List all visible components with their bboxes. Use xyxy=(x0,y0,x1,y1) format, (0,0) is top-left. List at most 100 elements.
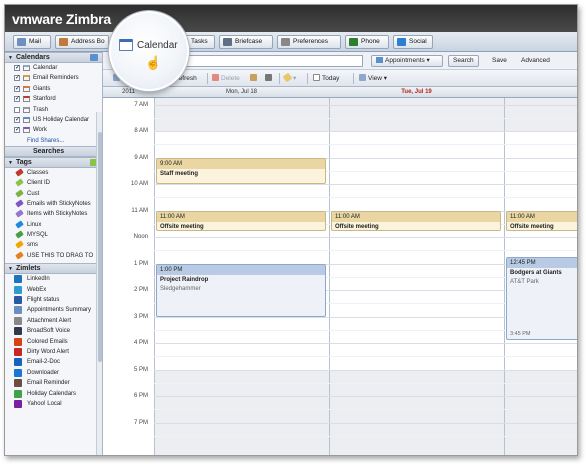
tags-header-label: Tags xyxy=(15,158,32,166)
calendar-item[interactable]: ✓ Work xyxy=(5,125,102,135)
calendar-color-icon xyxy=(23,65,30,71)
tag-item[interactable]: MYSQL xyxy=(5,230,102,240)
calendar-tab-magnifier[interactable]: Calendar ☝ xyxy=(109,11,189,91)
zimlet-item[interactable]: BroadSoft Voice xyxy=(5,326,102,336)
search-button[interactable]: Search xyxy=(448,55,479,67)
zimlets-section-header[interactable]: ▼ Zimlets xyxy=(5,263,102,275)
calendar-item[interactable]: Trash xyxy=(5,105,102,115)
appointments-icon xyxy=(376,57,383,63)
collapse-triangle-icon[interactable]: ▼ xyxy=(8,55,13,61)
move-button[interactable] xyxy=(250,73,259,84)
tag-item[interactable]: Linux xyxy=(5,220,102,230)
appointment-time: 11:00 AM xyxy=(507,211,577,222)
zimlet-item[interactable]: Appointments Summary xyxy=(5,305,102,315)
appointment[interactable]: 12:45 PM Bodgers at Giants AT&T Park 3:45 P… xyxy=(506,257,577,341)
zimlet-item-label: Dirty Word Alert xyxy=(27,348,69,355)
zimlet-icon xyxy=(14,327,22,336)
calendar-item-label: Calendar xyxy=(33,65,58,71)
zimlet-item[interactable]: WebEx xyxy=(5,285,102,295)
appointment[interactable]: 9:00 AM Staff meeting xyxy=(156,157,326,185)
zimlet-item[interactable]: Flight status xyxy=(5,295,102,305)
zimlet-item-label: Flight status xyxy=(27,297,60,304)
today-label: Today xyxy=(322,75,340,82)
calendar-checkbox[interactable]: ✓ xyxy=(14,75,20,82)
zimlet-item-label: Downloader xyxy=(27,369,60,376)
find-shares-link[interactable]: Find Shares... xyxy=(5,136,102,146)
app-tab-label: Preferences xyxy=(293,38,329,45)
save-search-button[interactable]: Save xyxy=(487,55,512,67)
zimlet-item[interactable]: Colored Emails xyxy=(5,337,102,347)
tag-item[interactable]: Client ID xyxy=(5,178,102,188)
tag-item[interactable]: Classes xyxy=(5,168,102,178)
tag-item[interactable]: Cust xyxy=(5,188,102,199)
tag-icon xyxy=(15,178,24,187)
zimlet-item[interactable]: Email-2-Doc xyxy=(5,357,102,367)
calendar-checkbox[interactable]: ✓ xyxy=(14,85,20,92)
searches-section-header[interactable]: Searches xyxy=(5,145,102,157)
half-hour-line xyxy=(154,144,577,146)
collapse-triangle-icon[interactable]: ▼ xyxy=(8,160,13,166)
app-tab-social[interactable]: Social xyxy=(393,35,433,49)
advanced-search-button[interactable]: Advanced xyxy=(516,55,555,67)
tag-item[interactable]: USE THIS TO DRAG TO xyxy=(5,251,102,261)
day-header-row: 2011 Mon, Jul 18 Tue, Jul 19 xyxy=(103,87,577,98)
zimlet-item[interactable]: Dirty Word Alert xyxy=(5,347,102,357)
app-tab-phone[interactable]: Phone xyxy=(345,35,389,49)
day-header[interactable]: Tue, Jul 19 xyxy=(329,87,504,98)
scrollbar-thumb[interactable] xyxy=(98,132,102,362)
search-scope-label: Appointments xyxy=(385,57,425,64)
calendar-checkbox[interactable]: ✓ xyxy=(14,127,20,134)
tag-item[interactable]: Items with StickyNotes xyxy=(5,209,102,219)
hour-line xyxy=(154,237,577,239)
zimlet-item[interactable]: LinkedIn xyxy=(5,274,102,284)
time-label: 1 PM xyxy=(133,260,148,267)
appointment[interactable]: 11:00 AM Offsite meeting xyxy=(506,210,577,231)
day-header[interactable] xyxy=(504,87,577,98)
view-icon xyxy=(359,74,366,81)
delete-button[interactable]: Delete xyxy=(212,73,240,84)
calendar-list: ✓ Calendar ✓ Email Reminders ✓ Giants ✓ Stanfor… xyxy=(5,63,102,136)
tag-item[interactable]: sms xyxy=(5,240,102,250)
left-pane-scrollbar[interactable] xyxy=(96,112,102,455)
calendar-item[interactable]: ✓ Stanford xyxy=(5,94,102,104)
view-menu-button[interactable]: View ▾ xyxy=(359,73,387,84)
appointment[interactable]: 1:00 PM Project Raindrop Sledgehammer xyxy=(156,263,326,317)
zimlet-item[interactable]: Downloader xyxy=(5,368,102,378)
time-label: 8 AM xyxy=(134,128,148,135)
tag-item[interactable]: Emails with StickyNotes xyxy=(5,199,102,209)
move-icon xyxy=(250,74,257,81)
calendar-item[interactable]: ✓ Giants xyxy=(5,84,102,94)
calendar-item[interactable]: ✓ Calendar xyxy=(5,63,102,73)
zimlet-item[interactable]: Yahoo! Local xyxy=(5,399,102,409)
search-scope-dropdown[interactable]: Appointments ▾ xyxy=(371,55,443,67)
appointment[interactable]: 11:00 AM Offsite meeting xyxy=(331,210,501,231)
app-tab-label: Address Bo xyxy=(71,38,105,45)
print-button[interactable] xyxy=(265,73,274,84)
appointment[interactable]: 11:00 AM Offsite meeting xyxy=(156,210,326,231)
zimlet-item[interactable]: Holiday Calendars xyxy=(5,389,102,399)
tags-section-header[interactable]: ▼ Tags xyxy=(5,156,102,168)
new-calendar-icon[interactable] xyxy=(90,54,98,61)
calendar-item[interactable]: ✓ US Holiday Calendar xyxy=(5,115,102,125)
zimlet-item[interactable]: Email Reminder xyxy=(5,378,102,388)
zimlet-item[interactable]: Attachment Alert xyxy=(5,316,102,326)
calendar-checkbox[interactable] xyxy=(14,106,20,113)
today-button[interactable]: Today xyxy=(313,73,339,84)
hour-line xyxy=(154,104,577,106)
day-header[interactable]: Mon, Jul 18 xyxy=(154,87,329,98)
tag-button[interactable]: ▾ xyxy=(282,72,296,84)
calendar-color-icon xyxy=(23,96,30,103)
collapse-triangle-icon[interactable]: ▼ xyxy=(8,266,13,272)
calendar-checkbox[interactable]: ✓ xyxy=(14,65,20,71)
calendar-checkbox[interactable]: ✓ xyxy=(14,116,20,123)
calendars-section-header[interactable]: ▼ Calendars xyxy=(5,52,102,63)
app-tab-briefcase[interactable]: Briefcase xyxy=(219,35,273,49)
time-label: 4 PM xyxy=(133,340,148,347)
app-tab-mail[interactable]: Mail xyxy=(13,35,51,49)
zimlet-icon xyxy=(14,316,22,325)
calendar-item[interactable]: ✓ Email Reminders xyxy=(5,73,102,83)
app-tab-preferences[interactable]: Preferences xyxy=(277,35,341,49)
app-tab-address-bo[interactable]: Address Bo xyxy=(55,35,109,49)
calendar-color-icon xyxy=(23,106,30,113)
calendar-checkbox[interactable]: ✓ xyxy=(14,96,20,103)
